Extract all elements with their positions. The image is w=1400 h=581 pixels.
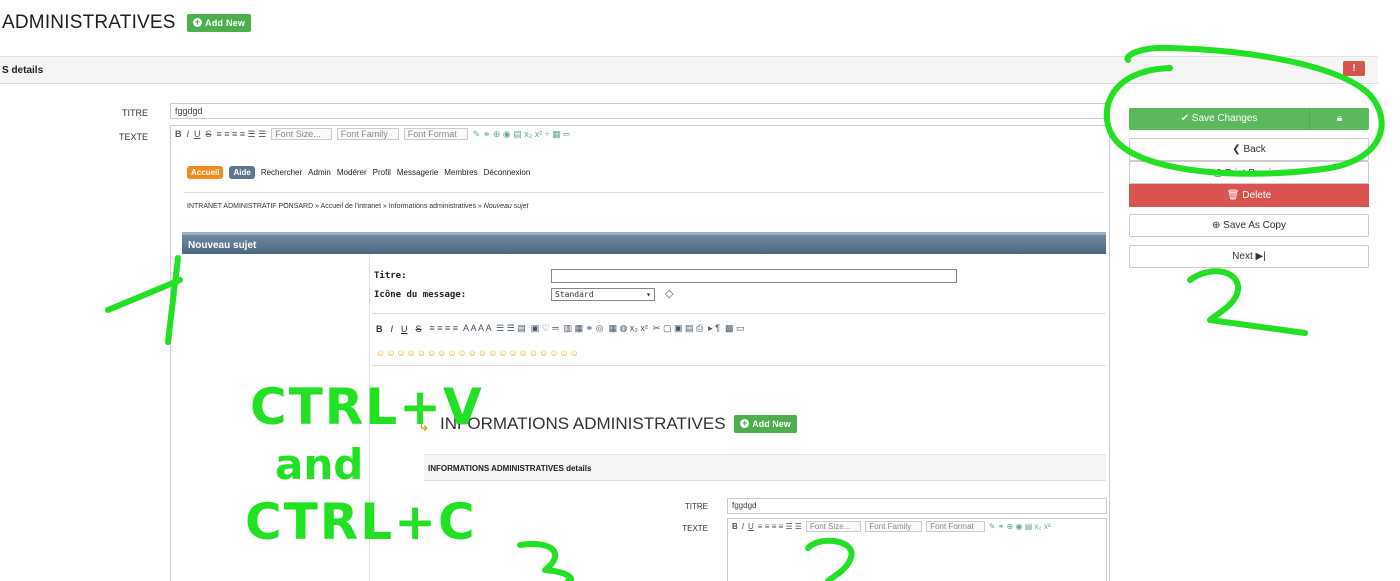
annotation-number-3 (517, 541, 574, 581)
annotation-text-and: and (275, 440, 364, 489)
annotation-text-ctrlc: CTRL+C (245, 493, 477, 551)
annotation-text-ctrlv: CTRL+V (250, 378, 484, 436)
annotation-number-2-right (1187, 268, 1308, 336)
annotation-number-1 (105, 255, 183, 345)
annotation-overlay (105, 44, 1385, 581)
annotation-circle (1103, 44, 1385, 177)
annotation-number-2-bottom (805, 537, 855, 581)
